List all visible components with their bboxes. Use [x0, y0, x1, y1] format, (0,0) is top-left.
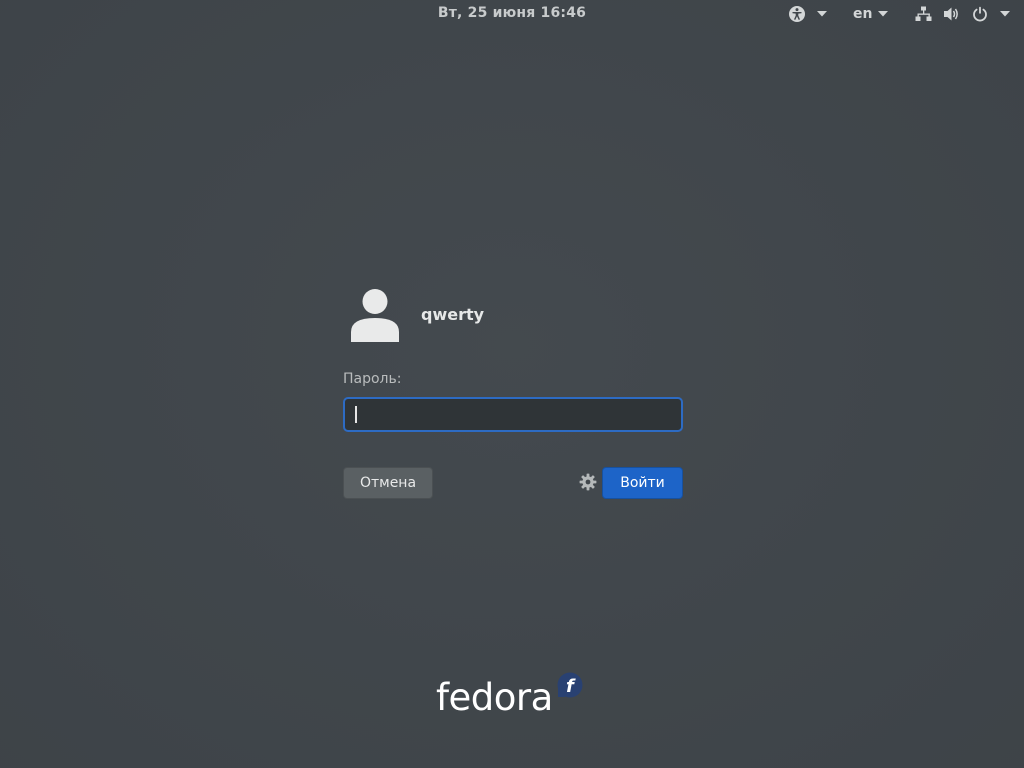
accessibility-menu[interactable]: [788, 4, 827, 24]
login-button[interactable]: Войти: [602, 467, 683, 499]
power-icon: [972, 6, 988, 22]
username: qwerty: [421, 304, 485, 324]
language-label: en: [853, 6, 873, 22]
fedora-logo: fedora f: [436, 672, 586, 720]
top-bar: Вт, 25 июня 16:46 en: [0, 0, 1024, 28]
accessibility-icon: [788, 5, 806, 23]
fedora-wordmark: fedora: [436, 676, 553, 719]
chevron-down-icon: [817, 11, 827, 17]
language-menu[interactable]: en: [853, 4, 889, 24]
chevron-down-icon: [878, 11, 889, 17]
password-label: Пароль:: [343, 371, 402, 387]
fedora-infinity-icon: f: [557, 672, 583, 698]
user-avatar-icon: [343, 287, 407, 343]
password-input[interactable]: [343, 397, 683, 432]
chevron-down-icon: [1000, 11, 1010, 17]
network-wired-icon: [915, 6, 932, 22]
login-screen: Вт, 25 июня 16:46 en qwerty Пароль: Отме…: [0, 0, 1024, 768]
gear-icon: [579, 473, 597, 495]
system-menu[interactable]: [915, 4, 1010, 24]
cancel-button[interactable]: Отмена: [343, 467, 433, 499]
user-entry: qwerty: [343, 287, 484, 343]
text-caret: [355, 406, 357, 423]
session-settings-button[interactable]: [578, 473, 598, 495]
volume-icon: [943, 6, 960, 22]
